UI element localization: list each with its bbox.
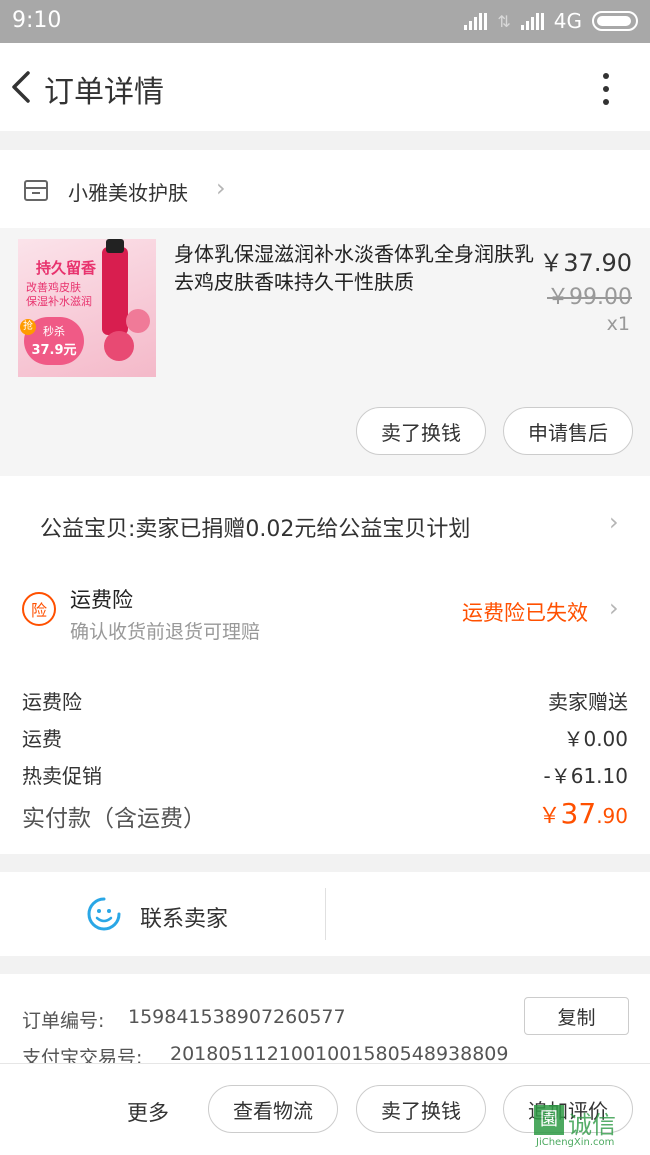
bottle-pump xyxy=(106,239,124,253)
data-arrows-icon: ⇅ xyxy=(497,11,511,31)
shop-name[interactable]: 小雅美妆护肤 xyxy=(68,177,188,206)
view-logistics-button[interactable]: 查看物流 xyxy=(208,1085,338,1133)
watermark-mark-icon: 園 xyxy=(534,1105,564,1135)
insurance-status[interactable]: 运费险已失效 xyxy=(462,597,588,627)
status-icons: ⇅ 4G xyxy=(464,9,638,33)
order-number: 159841538907260577 xyxy=(128,1006,346,1028)
alipay-number: 2018051121001001580548938809 xyxy=(170,1043,509,1065)
sell-for-cash-button[interactable]: 卖了换钱 xyxy=(356,407,486,455)
charity-chevron-icon: › xyxy=(609,508,619,536)
fee-label-shipping: 运费 xyxy=(22,727,62,751)
fee-value-insurance: 卖家赠送 xyxy=(548,690,628,714)
badge-price: 37.9元 xyxy=(31,343,77,358)
total-amount: ￥37.90 xyxy=(539,797,628,830)
contact-seller-button[interactable]: 联系卖家 xyxy=(140,901,228,933)
product-thumbnail[interactable]: 持久留香 改善鸡皮肤 保湿补水滋润 秒杀 37.9元 抢 xyxy=(18,239,156,377)
bottle-image xyxy=(102,247,128,335)
product-price: ￥37.90 xyxy=(539,249,632,277)
shop-icon xyxy=(24,180,48,201)
total-label: 实付款（含运费） xyxy=(22,806,206,832)
contact-divider xyxy=(325,888,326,940)
more-menu-icon[interactable] xyxy=(592,69,620,109)
fee-value-shipping: ￥0.00 xyxy=(563,727,628,751)
page-title: 订单详情 xyxy=(44,75,164,110)
chevron-right-icon: › xyxy=(216,174,226,202)
sell-for-cash-bottom-button[interactable]: 卖了换钱 xyxy=(356,1085,486,1133)
insurance-chevron-icon: › xyxy=(609,594,619,622)
product-quantity: x1 xyxy=(606,313,630,335)
watermark-en: JiChengXin.com xyxy=(536,1137,615,1148)
fee-label-insurance: 运费险 xyxy=(22,690,82,714)
grab-badge: 抢 xyxy=(20,319,36,335)
order-number-label: 订单编号: xyxy=(22,1010,105,1032)
app-header: 订单详情 xyxy=(0,43,650,131)
signal-icon-2 xyxy=(520,12,544,30)
charity-text[interactable]: 公益宝贝:卖家已捐赠0.02元给公益宝贝计划 xyxy=(40,511,470,543)
status-time: 9:10 xyxy=(12,8,62,33)
total-integer: 37 xyxy=(560,797,597,830)
signal-icon xyxy=(464,12,488,30)
more-button[interactable]: 更多 xyxy=(127,1097,169,1127)
total-decimal: .90 xyxy=(596,804,628,828)
fee-label-promotion: 热卖促销 xyxy=(22,764,102,788)
back-arrow-icon[interactable] xyxy=(4,65,44,109)
status-bar: 9:10 ⇅ 4G xyxy=(0,0,650,43)
insurance-icon: 险 xyxy=(22,592,56,626)
total-symbol: ￥ xyxy=(538,804,561,829)
contact-seller-icon xyxy=(87,897,121,931)
insurance-subtitle: 确认收货前退货可理赔 xyxy=(70,621,261,643)
thumb-text-3: 保湿补水滋润 xyxy=(26,295,92,308)
product-title[interactable]: 身体乳保湿滋润补水淡香体乳全身润肤乳去鸡皮肤香味持久干性肤质 xyxy=(174,240,534,296)
copy-button[interactable]: 复制 xyxy=(524,997,629,1035)
rose-image xyxy=(104,331,134,361)
apply-after-sale-button[interactable]: 申请售后 xyxy=(503,407,633,455)
product-original-price: ￥99.00 xyxy=(547,285,632,310)
fee-value-promotion: -￥61.10 xyxy=(543,764,628,788)
watermark-logo: 園 诚信 JiChengXin.com xyxy=(532,1105,650,1155)
rose-image-2 xyxy=(126,309,150,333)
thumb-text-1: 持久留香 xyxy=(36,259,97,277)
network-type: 4G xyxy=(553,9,582,33)
insurance-title: 运费险 xyxy=(70,588,133,612)
watermark-cn: 诚信 xyxy=(568,1111,616,1139)
battery-icon xyxy=(592,11,638,31)
